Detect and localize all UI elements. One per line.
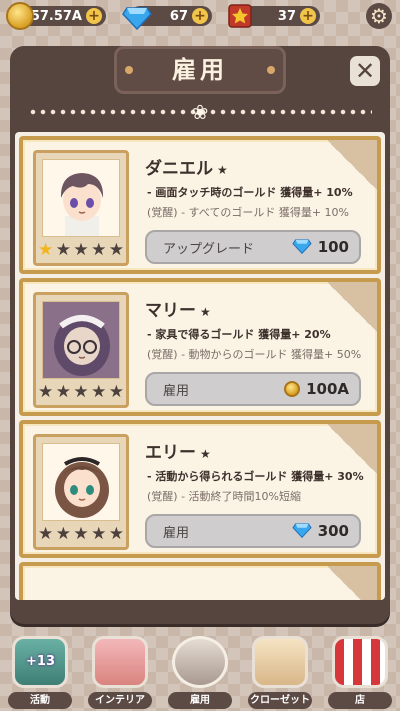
rivet-icon xyxy=(267,66,275,74)
ellie-portrait xyxy=(42,443,120,521)
nav-activity[interactable]: +13 活動 xyxy=(4,636,76,711)
settings-gear-icon[interactable]: ⚙ xyxy=(366,3,392,29)
star-empty-icon: ★ xyxy=(91,382,107,402)
close-button[interactable]: ✕ xyxy=(350,56,380,86)
employee-awaken-perk: (覚醒) - 動物からのゴールド 獲得量+ 50% xyxy=(147,348,362,361)
shop-awning-icon xyxy=(332,636,388,688)
add-gold-icon[interactable]: + xyxy=(86,8,102,24)
diamond-icon xyxy=(122,2,152,31)
card-corner-ribbon xyxy=(327,282,377,332)
employee-awaken-perk: (覚醒) - すべてのゴールド 獲得量+ 10% xyxy=(147,206,349,219)
gold-counter[interactable]: 57.57A + xyxy=(6,2,106,30)
upgrade-button[interactable]: アップグレード 100 xyxy=(145,230,361,264)
hire-button[interactable]: 雇用 100A xyxy=(145,372,361,406)
bottom-nav: +13 活動 インテリア 雇用 クローゼット 店 xyxy=(0,636,400,711)
wardrobe-icon xyxy=(252,636,308,688)
gold-coin-icon xyxy=(6,2,34,30)
nav-interior[interactable]: インテリア xyxy=(84,636,156,711)
rank-stars: ★ ★ ★ ★ ★ xyxy=(38,383,124,401)
flower-icon: ❀ xyxy=(191,100,209,124)
add-tickets-icon[interactable]: + xyxy=(300,8,316,24)
star-empty-icon: ★ xyxy=(73,382,89,402)
nav-label: 店 xyxy=(328,692,392,709)
nav-label: 活動 xyxy=(8,692,72,709)
employee-name: エリー ★ xyxy=(145,443,211,463)
employee-card-partial xyxy=(19,562,381,600)
action-cost: 100 xyxy=(292,236,349,258)
employee-perk: - 活動から得られるゴールド 獲得量+ 30% xyxy=(147,470,364,483)
daniel-portrait xyxy=(42,159,120,237)
diamond-icon xyxy=(292,236,312,258)
employee-portrait-frame[interactable]: ★ ★ ★ ★ ★ xyxy=(33,434,129,550)
gold-coin-icon xyxy=(284,381,301,397)
sofa-icon xyxy=(92,636,148,688)
star-empty-icon: ★ xyxy=(108,382,124,402)
gold-amount: 57.57A xyxy=(30,8,82,24)
marie-portrait xyxy=(42,301,120,379)
card-corner-ribbon xyxy=(327,566,377,600)
star-empty-icon: ★ xyxy=(91,240,107,260)
action-label: 雇用 xyxy=(163,383,190,399)
employee-name: マリー ★ xyxy=(145,301,211,321)
rank-stars: ★ ★ ★ ★ ★ xyxy=(38,525,124,543)
nav-hire[interactable]: 雇用 xyxy=(164,636,236,711)
star-empty-icon: ★ xyxy=(38,382,54,402)
rivet-icon xyxy=(125,66,133,74)
employee-portrait-frame[interactable]: ★ ★ ★ ★ ★ xyxy=(33,292,129,408)
panel-title-tab: 雇用 xyxy=(114,46,286,94)
ticket-amount: 37 xyxy=(277,8,296,24)
add-gems-icon[interactable]: + xyxy=(192,8,208,24)
star-filled-icon: ★ xyxy=(38,240,54,260)
employee-perk: - 家具で得るゴールド 獲得量+ 20% xyxy=(147,328,331,341)
star-empty-icon: ★ xyxy=(38,524,54,544)
card-corner-ribbon xyxy=(327,424,377,474)
butler-icon xyxy=(172,636,228,688)
name-star-icon: ★ xyxy=(217,163,228,177)
employee-perk: - 画面タッチ時のゴールド 獲得量+ 10% xyxy=(147,186,353,199)
star-empty-icon: ★ xyxy=(108,524,124,544)
employee-card: ★ ★ ★ ★ ★ エリー ★ - 活動から得られるゴールド 獲得量+ 30% (… xyxy=(19,420,381,558)
star-empty-icon: ★ xyxy=(91,524,107,544)
star-ticket-icon xyxy=(226,2,254,30)
hire-button[interactable]: 雇用 300 xyxy=(145,514,361,548)
name-star-icon: ★ xyxy=(200,447,211,461)
rank-stars: ★ ★ ★ ★ ★ xyxy=(38,241,124,259)
star-empty-icon: ★ xyxy=(55,240,71,260)
action-cost: 300 xyxy=(292,520,349,542)
card-corner-ribbon xyxy=(327,140,377,190)
star-empty-icon: ★ xyxy=(55,382,71,402)
star-empty-icon: ★ xyxy=(55,524,71,544)
employee-card: ★ ★ ★ ★ ★ ダニエル ★ - 画面タッチ時のゴールド 獲得量+ 10% (… xyxy=(19,136,381,274)
gem-amount: 67 xyxy=(169,8,188,24)
panel-header: 雇用 ✕ ❀ xyxy=(10,46,390,126)
diamond-icon xyxy=(292,520,312,542)
panel-title: 雇用 xyxy=(172,56,228,84)
employee-card: ★ ★ ★ ★ ★ マリー ★ - 家具で得るゴールド 獲得量+ 20% (覚醒)… xyxy=(19,278,381,416)
employee-name: ダニエル ★ xyxy=(145,159,228,179)
nav-label: 雇用 xyxy=(168,692,232,709)
nav-shop[interactable]: 店 xyxy=(324,636,396,711)
hire-panel: 雇用 ✕ ❀ ★ ★ ★ ★ ★ ダニエル ★ - 画面タッチ時のゴールド 獲得… xyxy=(10,46,390,624)
star-empty-icon: ★ xyxy=(73,524,89,544)
nav-label: クローゼット xyxy=(248,692,312,709)
activity-badge: +13 xyxy=(26,654,55,669)
resource-bar: 57.57A + 67 + 37 + ⚙ xyxy=(0,0,400,34)
employee-list[interactable]: ★ ★ ★ ★ ★ ダニエル ★ - 画面タッチ時のゴールド 獲得量+ 10% (… xyxy=(15,132,385,600)
nav-label: インテリア xyxy=(88,692,152,709)
nav-closet[interactable]: クローゼット xyxy=(244,636,316,711)
action-label: アップグレード xyxy=(163,241,255,257)
action-cost: 100A xyxy=(284,380,349,398)
star-empty-icon: ★ xyxy=(73,240,89,260)
employee-portrait-frame[interactable]: ★ ★ ★ ★ ★ xyxy=(33,150,129,266)
name-star-icon: ★ xyxy=(200,305,211,319)
gem-counter[interactable]: 67 + xyxy=(122,6,212,31)
ticket-counter[interactable]: 37 + xyxy=(228,4,320,28)
action-label: 雇用 xyxy=(163,525,190,541)
employee-awaken-perk: (覚醒) - 活動終了時間10%短縮 xyxy=(147,490,301,503)
star-empty-icon: ★ xyxy=(108,240,124,260)
